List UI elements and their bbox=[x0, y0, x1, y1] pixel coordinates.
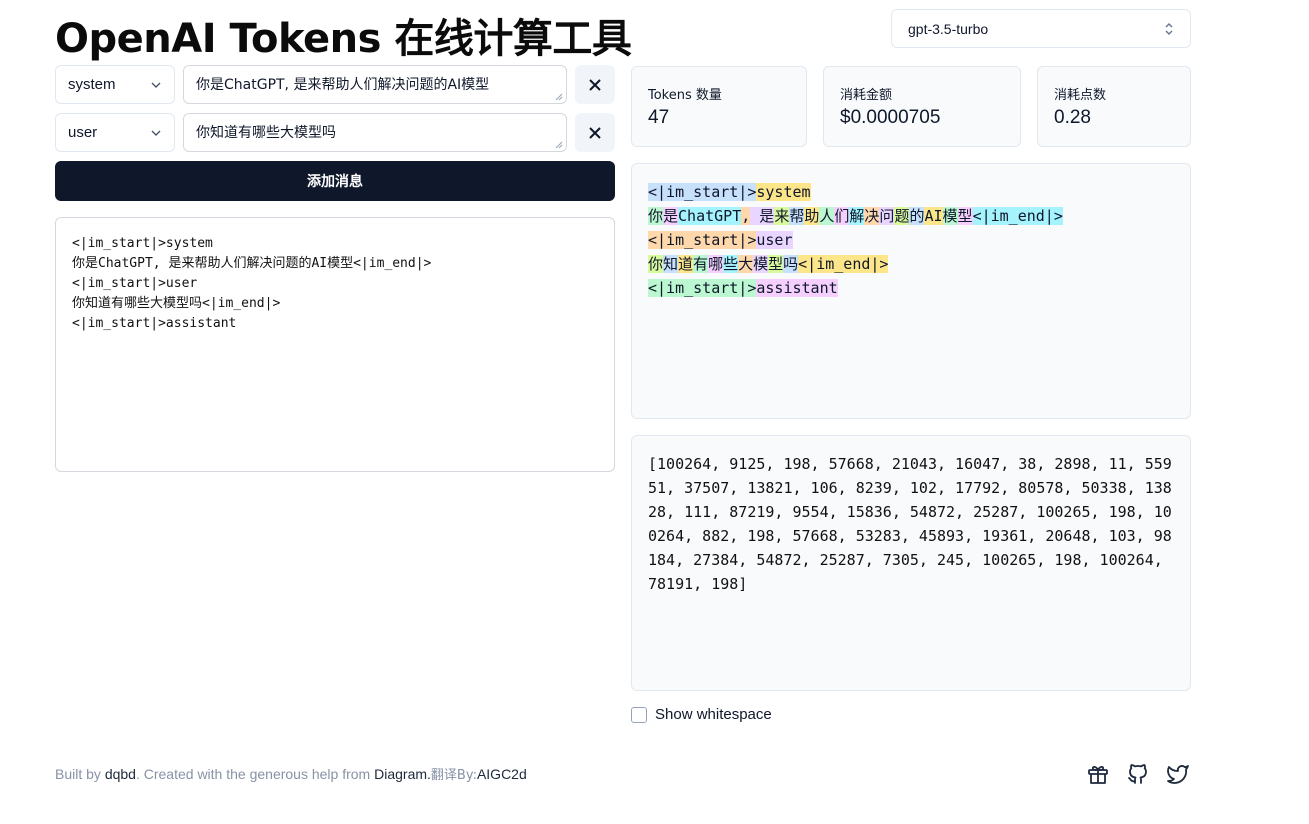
message-row: user 你知道有哪些大模型吗 bbox=[55, 113, 615, 153]
token-chip: AI bbox=[924, 207, 943, 225]
message-content-input[interactable]: 你是ChatGPT, 是来帮助人们解决问题的AI模型 bbox=[183, 65, 567, 104]
token-chip: 知 bbox=[663, 255, 679, 273]
footer-built-by: Built by bbox=[55, 766, 101, 782]
delete-message-button[interactable] bbox=[575, 113, 615, 152]
token-chip: 帮 bbox=[789, 207, 805, 225]
footer-icon-links bbox=[1086, 762, 1190, 786]
token-chip: 道 bbox=[678, 255, 694, 273]
token-chip: 有 bbox=[693, 255, 709, 273]
token-visualization: <|im_start|>system 你是ChatGPT, 是来帮助人们解决问题的… bbox=[631, 163, 1191, 419]
token-chip: 是 bbox=[750, 207, 775, 225]
github-icon[interactable] bbox=[1126, 762, 1150, 786]
show-whitespace-checkbox[interactable] bbox=[631, 706, 647, 723]
token-chip: <|im_start|> bbox=[648, 183, 757, 201]
token-line: <|im_start|>user bbox=[648, 228, 1174, 252]
token-chip: 人 bbox=[819, 207, 835, 225]
token-chip: 你 bbox=[648, 207, 664, 225]
token-ids-output: [100264, 9125, 198, 57668, 21043, 16047,… bbox=[631, 435, 1191, 691]
footer-translated-by: 翻译By: bbox=[430, 768, 477, 783]
close-icon bbox=[589, 126, 601, 139]
show-whitespace-label: Show whitespace bbox=[655, 706, 772, 723]
token-chip: ChatGPT bbox=[678, 207, 742, 225]
token-chip: <|im_start|> bbox=[648, 279, 757, 297]
token-chip: 题 bbox=[894, 207, 910, 225]
stat-label: 消耗金额 bbox=[840, 88, 893, 103]
token-chip: 是 bbox=[663, 207, 679, 225]
show-whitespace-toggle[interactable]: Show whitespace bbox=[631, 706, 772, 723]
chevron-down-icon bbox=[151, 82, 161, 88]
token-chip: system bbox=[756, 183, 811, 201]
token-chip: 解 bbox=[849, 207, 865, 225]
model-select-value: gpt-3.5-turbo bbox=[908, 20, 989, 37]
stat-label: 消耗点数 bbox=[1054, 88, 1107, 103]
token-chip: , bbox=[741, 207, 751, 225]
stat-label: Tokens 数量 bbox=[648, 88, 722, 103]
token-chip: 问 bbox=[879, 207, 895, 225]
stat-card-tokens: Tokens 数量 47 bbox=[631, 66, 807, 147]
author-link[interactable]: dqbd bbox=[105, 766, 136, 782]
stat-value: 47 bbox=[648, 107, 670, 128]
token-chip: 你 bbox=[648, 255, 664, 273]
token-line: <|im_start|>system bbox=[648, 180, 1174, 204]
token-chip: 吗 bbox=[783, 255, 799, 273]
message-content-input[interactable]: 你知道有哪些大模型吗 bbox=[183, 113, 567, 152]
twitter-icon[interactable] bbox=[1166, 762, 1190, 786]
footer-credits: Built by dqbd. Created with the generous… bbox=[55, 764, 527, 783]
token-line: 你是ChatGPT, 是来帮助人们解决问题的AI模型<|im_end|> bbox=[648, 204, 1174, 228]
token-chip: <|im_end|> bbox=[972, 207, 1063, 225]
diagram-link[interactable]: Diagram. bbox=[374, 766, 431, 782]
token-line: 你知道有哪些大模型吗<|im_end|> bbox=[648, 252, 1174, 276]
model-select[interactable]: gpt-3.5-turbo bbox=[891, 9, 1191, 48]
add-message-button[interactable]: 添加消息 bbox=[55, 161, 615, 201]
chevron-down-icon bbox=[151, 130, 161, 136]
token-chip: 的 bbox=[909, 207, 925, 225]
stat-value: 0.28 bbox=[1054, 107, 1091, 128]
token-chip: 来 bbox=[774, 207, 790, 225]
close-icon bbox=[589, 78, 601, 91]
role-select[interactable]: user bbox=[55, 113, 175, 152]
token-line: <|im_start|>assistant bbox=[648, 276, 1174, 300]
token-chip: <|im_start|> bbox=[648, 231, 757, 249]
prompt-preview-textarea[interactable]: <|im_start|>system 你是ChatGPT, 是来帮助人们解决问题… bbox=[55, 217, 615, 472]
stat-value: $0.0000705 bbox=[840, 107, 941, 128]
token-chip: 型 bbox=[957, 207, 973, 225]
token-chip: 些 bbox=[723, 255, 739, 273]
page-title: OpenAI Tokens 在线计算工具 bbox=[55, 16, 632, 62]
token-chip: 模 bbox=[753, 255, 769, 273]
token-chip: user bbox=[756, 231, 793, 249]
token-chip: 模 bbox=[942, 207, 958, 225]
token-chip: 们 bbox=[834, 207, 850, 225]
role-select-value: user bbox=[68, 124, 98, 141]
token-chip: 决 bbox=[864, 207, 880, 225]
token-chip: 型 bbox=[768, 255, 784, 273]
role-select-value: system bbox=[68, 76, 116, 93]
message-row: system 你是ChatGPT, 是来帮助人们解决问题的AI模型 bbox=[55, 65, 615, 105]
token-chip: 大 bbox=[738, 255, 754, 273]
chevron-up-down-icon bbox=[1165, 22, 1173, 35]
token-chip: assistant bbox=[756, 279, 838, 297]
delete-message-button[interactable] bbox=[575, 65, 615, 104]
gift-icon[interactable] bbox=[1086, 762, 1110, 786]
token-chip: 助 bbox=[804, 207, 820, 225]
stat-card-cost: 消耗金额 $0.0000705 bbox=[823, 66, 1021, 147]
translator-link[interactable]: AIGC2d bbox=[477, 766, 527, 782]
token-chip: <|im_end|> bbox=[798, 255, 889, 273]
token-chip: 哪 bbox=[708, 255, 724, 273]
resize-grip-icon[interactable] bbox=[555, 141, 563, 149]
stat-card-points: 消耗点数 0.28 bbox=[1037, 66, 1191, 147]
resize-grip-icon[interactable] bbox=[555, 93, 563, 101]
role-select[interactable]: system bbox=[55, 65, 175, 104]
footer-created-with: . Created with the generous help from bbox=[135, 766, 371, 782]
